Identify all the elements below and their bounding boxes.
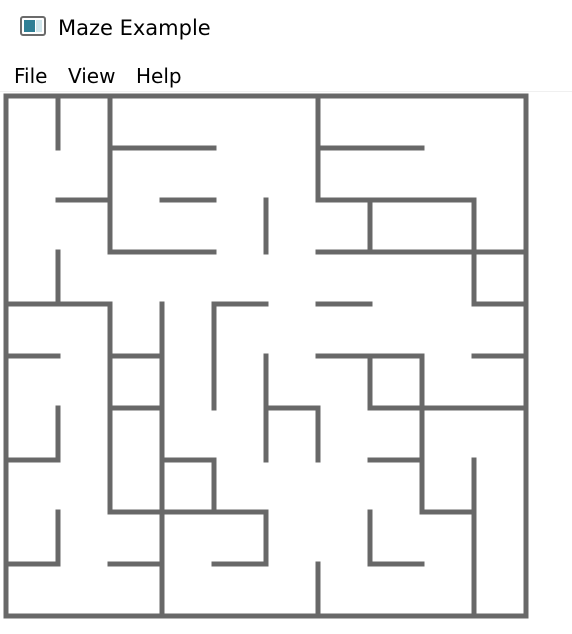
menu-view[interactable]: View <box>68 62 115 90</box>
menu-file[interactable]: File <box>14 62 47 90</box>
window-title: Maze Example <box>58 16 211 40</box>
menu-bar: File View Help <box>0 60 572 92</box>
app-window: Maze Example File View Help <box>0 0 572 634</box>
maze-canvas <box>3 93 529 619</box>
title-bar[interactable]: Maze Example <box>0 0 572 56</box>
menu-help[interactable]: Help <box>136 62 182 90</box>
app-window-icon <box>20 16 46 36</box>
